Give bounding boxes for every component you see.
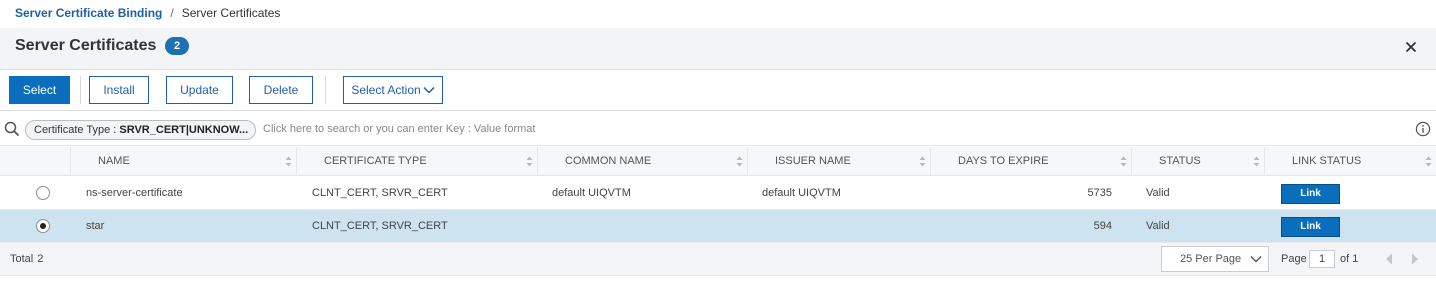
select-action-dropdown[interactable]: Select Action bbox=[343, 76, 443, 104]
sort-icon bbox=[1253, 156, 1260, 167]
column-header-label: CERTIFICATE TYPE bbox=[324, 155, 427, 167]
cell-name: ns-server-certificate bbox=[86, 187, 183, 199]
count-badge: 2 bbox=[165, 37, 189, 55]
column-header-label: LINK STATUS bbox=[1292, 155, 1362, 167]
sort-icon bbox=[1120, 156, 1127, 167]
sort-icon bbox=[736, 156, 743, 167]
table-row[interactable]: ns-server-certificate CLNT_CERT, SRVR_CE… bbox=[0, 177, 1436, 210]
chevron-down-icon bbox=[1250, 256, 1262, 263]
column-header-issuer-name[interactable]: ISSUER NAME bbox=[748, 147, 931, 176]
column-header-days-to-expire[interactable]: DAYS TO EXPIRE bbox=[931, 147, 1132, 176]
chevron-left-icon[interactable] bbox=[1383, 252, 1395, 266]
toolbar: Select Install Update Delete Select Acti… bbox=[0, 70, 1436, 111]
select-button[interactable]: Select bbox=[9, 76, 70, 104]
chevron-down-icon bbox=[423, 86, 435, 94]
page-title: Server Certificates bbox=[15, 37, 157, 54]
toolbar-divider bbox=[325, 76, 326, 104]
row-select-radio[interactable] bbox=[36, 219, 50, 233]
column-header-status[interactable]: STATUS bbox=[1132, 147, 1265, 176]
total-text: Total bbox=[10, 253, 34, 265]
column-header-certificate-type[interactable]: CERTIFICATE TYPE bbox=[297, 147, 538, 176]
cell-issuer-name: default UIQVTM bbox=[762, 187, 841, 199]
cell-certificate-type: CLNT_CERT, SRVR_CERT bbox=[312, 187, 448, 199]
cell-status: Valid bbox=[1146, 220, 1170, 232]
toolbar-divider bbox=[80, 76, 81, 104]
total-label: Total 2 bbox=[10, 253, 43, 265]
column-header-label: STATUS bbox=[1159, 155, 1201, 167]
row-select-radio[interactable] bbox=[36, 186, 50, 200]
sort-icon bbox=[526, 156, 533, 167]
cell-name: star bbox=[86, 220, 105, 232]
cell-days-to-expire: 5735 bbox=[1087, 187, 1112, 199]
table-footer: Total2 25 Per Page Page of 1 bbox=[0, 243, 1436, 276]
page-number-input[interactable] bbox=[1309, 250, 1335, 268]
sort-icon bbox=[285, 156, 292, 167]
column-header-label: DAYS TO EXPIRE bbox=[958, 155, 1049, 167]
column-header-name[interactable]: NAME bbox=[71, 147, 297, 176]
breadcrumb-current: Server Certificates bbox=[181, 6, 281, 20]
info-icon[interactable] bbox=[1415, 121, 1431, 137]
delete-button[interactable]: Delete bbox=[249, 76, 313, 104]
cell-certificate-type: CLNT_CERT, SRVR_CERT bbox=[312, 220, 448, 232]
install-button[interactable]: Install bbox=[89, 76, 149, 104]
column-header-common-name[interactable]: COMMON NAME bbox=[538, 147, 748, 176]
per-page-select[interactable]: 25 Per Page bbox=[1161, 246, 1269, 272]
search-icon bbox=[4, 121, 20, 137]
link-button[interactable]: Link bbox=[1281, 184, 1340, 204]
breadcrumb-link-server-certificate-binding[interactable]: Server Certificate Binding bbox=[15, 6, 162, 20]
column-header-link-status[interactable]: LINK STATUS bbox=[1265, 147, 1436, 176]
breadcrumb-separator: / bbox=[170, 6, 174, 20]
search-input[interactable]: Click here to search or you can enter Ke… bbox=[263, 123, 535, 135]
cell-days-to-expire: 594 bbox=[1093, 220, 1112, 232]
per-page-value: 25 Per Page bbox=[1180, 253, 1242, 265]
column-select bbox=[0, 147, 71, 176]
filter-chip-value: SRVR_CERT|UNKNOW... bbox=[119, 124, 249, 136]
page-total-label: of 1 bbox=[1340, 253, 1359, 265]
title-bar: Server Certificates 2 bbox=[0, 28, 1436, 70]
table-header: NAME CERTIFICATE TYPE COMMON NAME ISSUER… bbox=[0, 147, 1436, 176]
total-count: 2 bbox=[37, 253, 44, 265]
chevron-right-icon[interactable] bbox=[1409, 252, 1421, 266]
sort-icon bbox=[919, 156, 926, 167]
cell-common-name: default UIQVTM bbox=[552, 187, 631, 199]
table-row[interactable]: star CLNT_CERT, SRVR_CERT 594 Valid Link bbox=[0, 210, 1436, 243]
page-label: Page bbox=[1281, 253, 1307, 265]
search-bar: Certificate Type : SRVR_CERT|UNKNOW... C… bbox=[0, 112, 1436, 146]
filter-chip-certificate-type[interactable]: Certificate Type : SRVR_CERT|UNKNOW... bbox=[25, 120, 256, 140]
link-button[interactable]: Link bbox=[1281, 217, 1340, 237]
sort-icon bbox=[1425, 156, 1432, 167]
breadcrumb: Server Certificate Binding / Server Cert… bbox=[15, 5, 280, 21]
update-button[interactable]: Update bbox=[166, 76, 233, 104]
column-header-label: ISSUER NAME bbox=[775, 155, 851, 167]
cell-status: Valid bbox=[1146, 187, 1170, 199]
column-header-label: NAME bbox=[98, 155, 130, 167]
filter-chip-key: Certificate Type : bbox=[34, 124, 120, 136]
select-action-label: Select Action bbox=[351, 83, 421, 97]
column-header-label: COMMON NAME bbox=[565, 155, 652, 167]
close-icon[interactable] bbox=[1403, 39, 1419, 55]
